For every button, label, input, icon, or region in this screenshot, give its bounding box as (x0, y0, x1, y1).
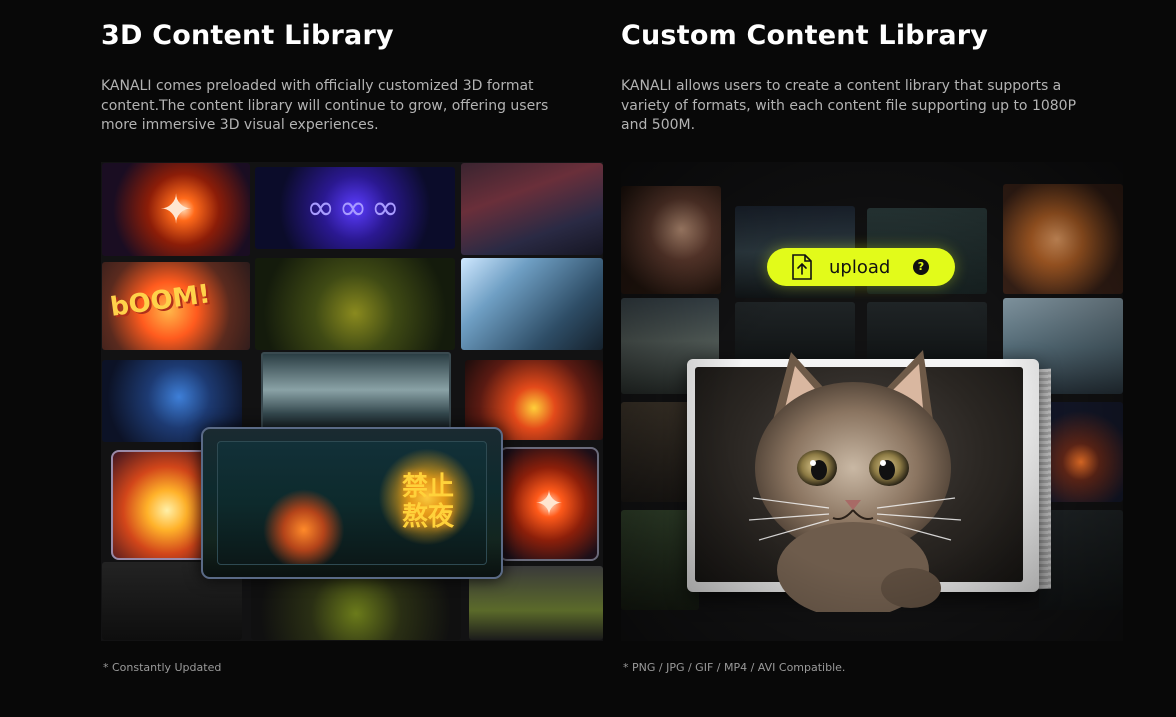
content-tile-crystal-2[interactable]: ✦ (499, 447, 599, 561)
featured-content-tile[interactable]: 禁止熬夜 (201, 427, 503, 579)
file-upload-icon (792, 254, 812, 280)
content-tile-buggy[interactable] (251, 574, 461, 640)
section-description: KANALI comes preloaded with officially c… (101, 78, 549, 133)
upload-label: upload (829, 257, 891, 278)
footnote: * PNG / JPG / GIF / MP4 / AVI Compatible… (623, 661, 846, 674)
content-tile-jet[interactable] (261, 352, 451, 436)
crystal-icon: ✦ (159, 186, 193, 233)
content-tile-guitar[interactable] (1003, 184, 1123, 294)
section-title: Custom Content Library (621, 20, 989, 51)
featured-tile-screen: 禁止熬夜 (217, 441, 487, 565)
content-tile-boom[interactable]: bOOM! (102, 262, 250, 350)
content-mosaic: ✦ ∞∞∞ bOOM! ✦ 禁止熬夜 (101, 162, 603, 641)
crystal-icon: ✦ (534, 484, 564, 524)
content-tile-ice-cube[interactable] (461, 258, 603, 350)
section-description: KANALI allows users to create a content … (621, 78, 1077, 133)
boom-label: bOOM! (108, 279, 213, 323)
content-tile-forest[interactable] (255, 258, 455, 350)
upload-button[interactable]: upload ? (767, 248, 955, 286)
content-tile-neon-tubes[interactable]: ∞∞∞ (255, 167, 455, 249)
footnote: * Constantly Updated (103, 661, 222, 674)
custom-content-panel: upload ? (621, 162, 1123, 641)
neon-sign: 禁止熬夜 (402, 472, 455, 532)
content-tile-anime[interactable] (621, 186, 721, 294)
neon-tube-icon: ∞∞∞ (306, 188, 404, 228)
content-tile-forest[interactable] (1039, 510, 1123, 610)
help-icon[interactable]: ? (913, 259, 929, 275)
cat-icon (748, 350, 962, 612)
content-tile-lab[interactable] (461, 163, 603, 255)
section-title: 3D Content Library (101, 20, 394, 51)
content-tile-city[interactable] (1039, 402, 1123, 502)
content-tile-crystal[interactable]: ✦ (102, 163, 250, 256)
